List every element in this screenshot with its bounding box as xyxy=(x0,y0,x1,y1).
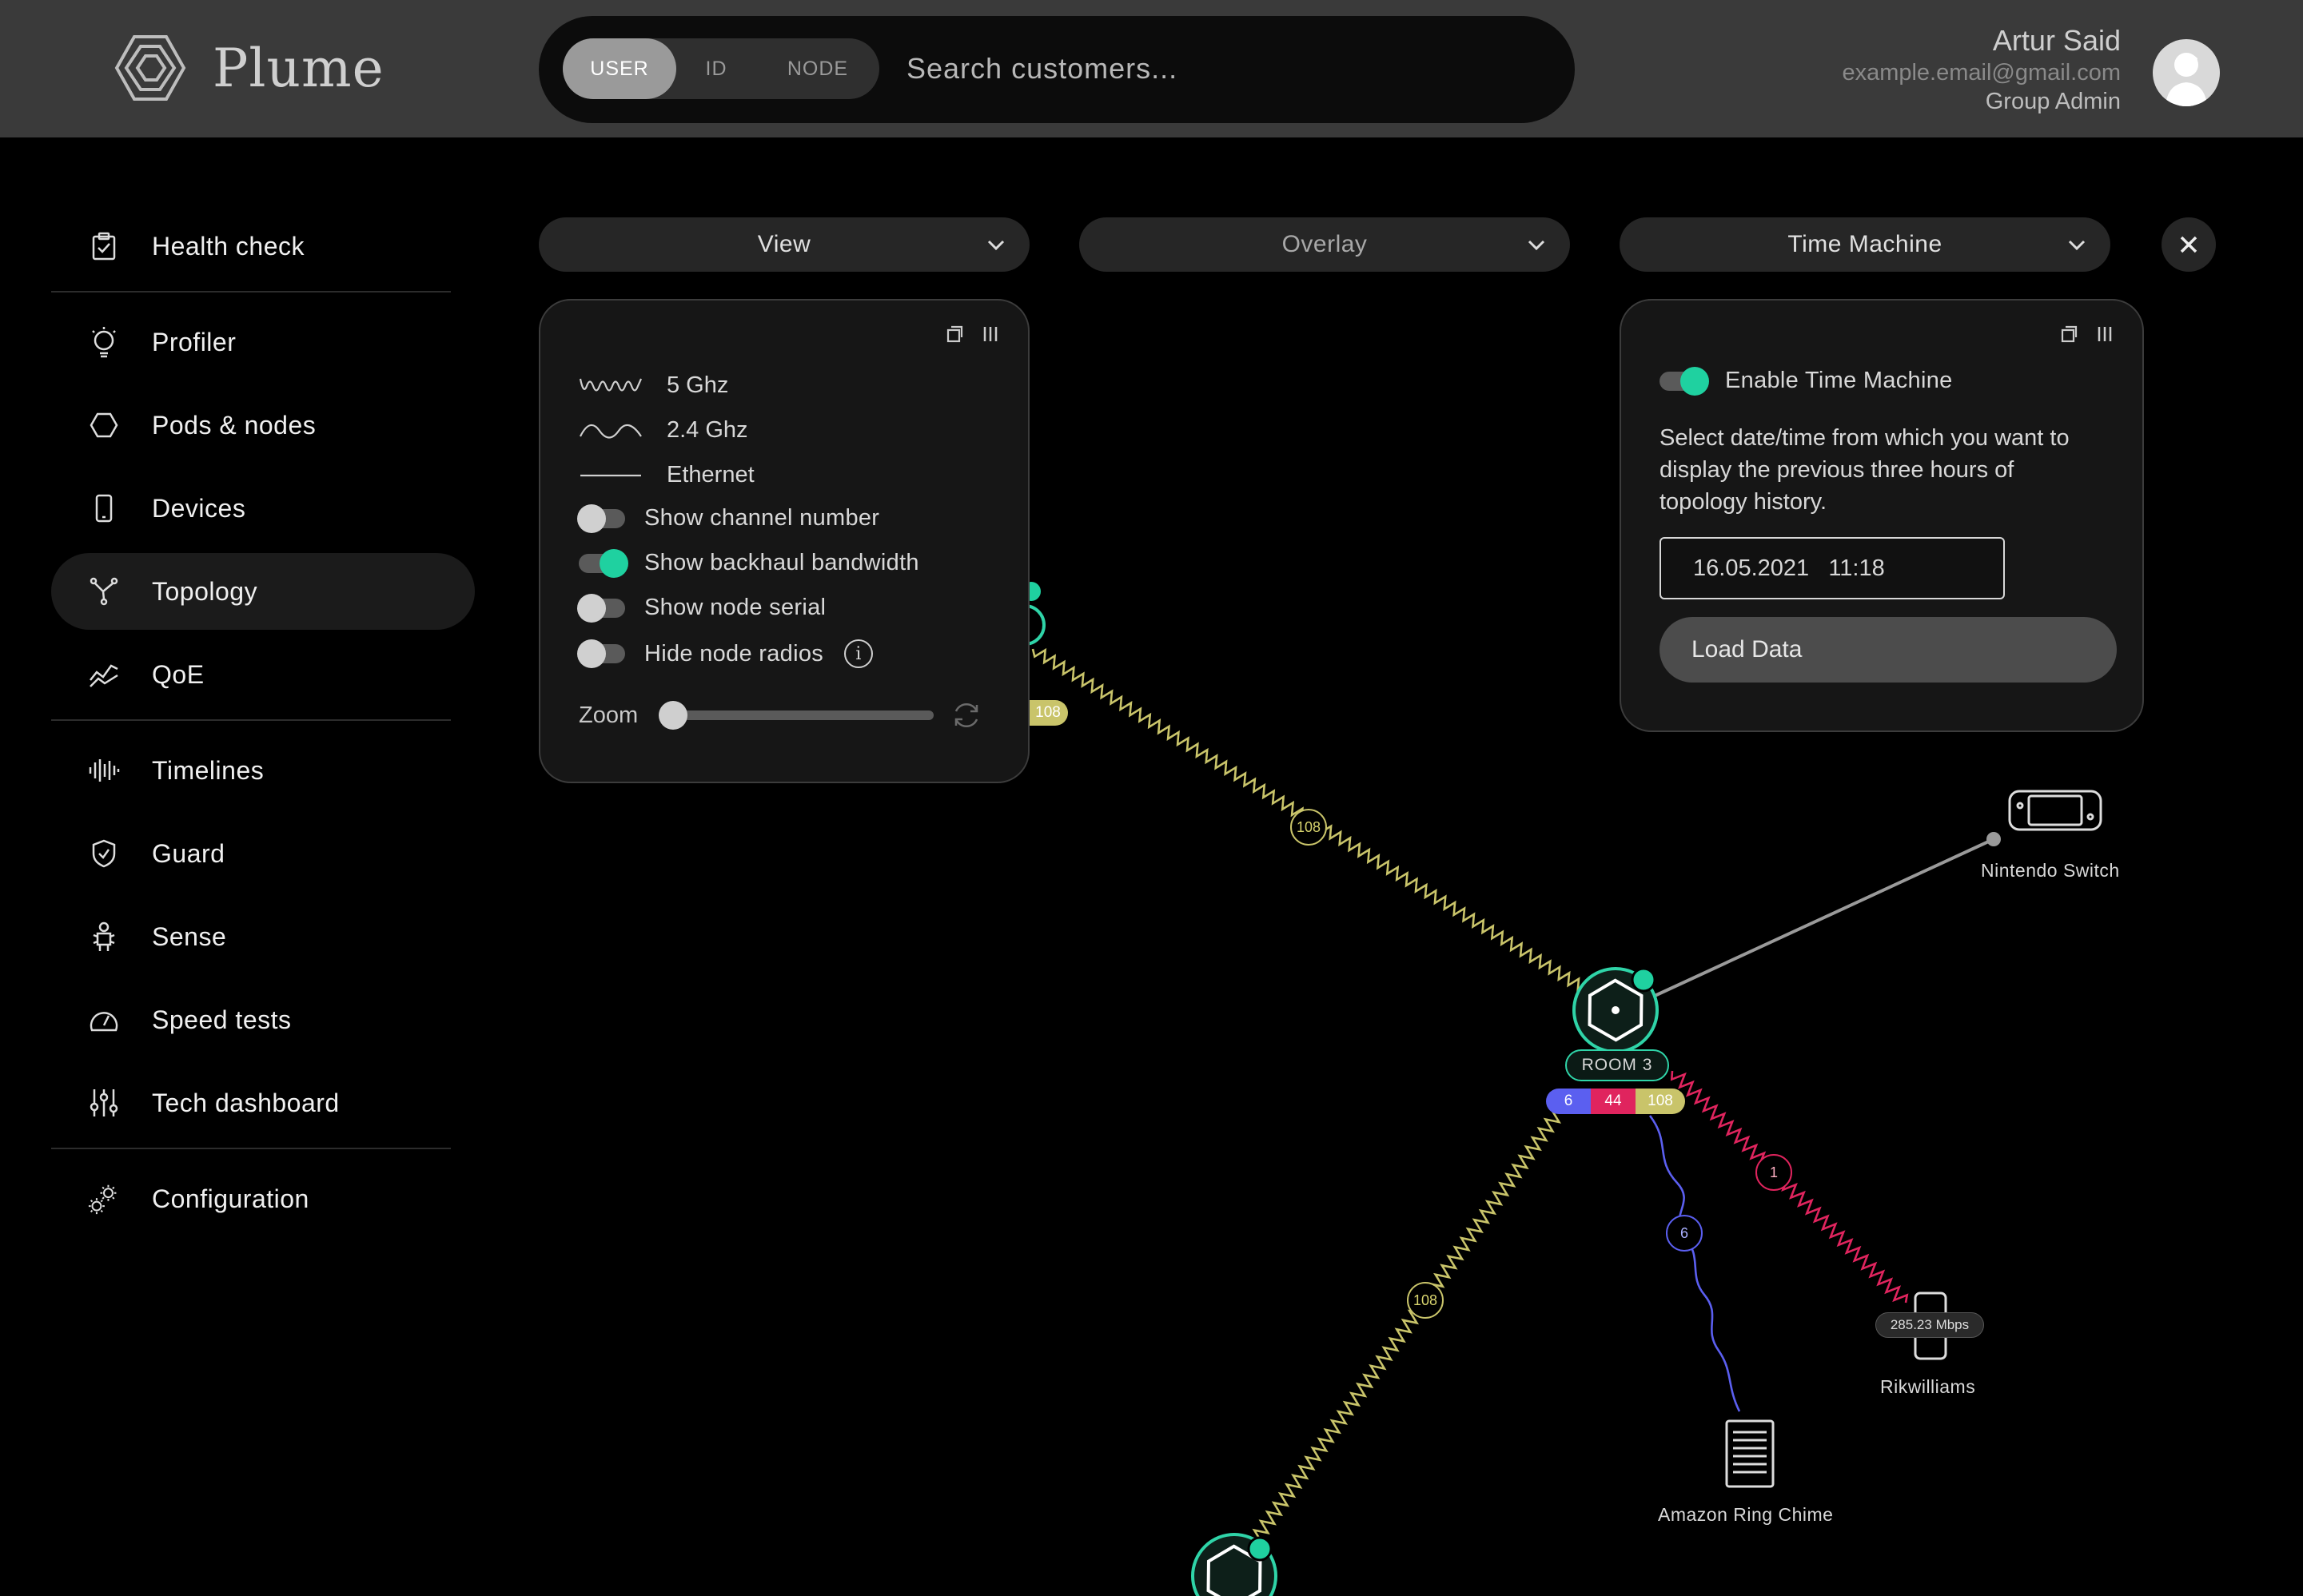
device-label-ring-chime: Amazon Ring Chime xyxy=(1658,1504,1834,1525)
toggle-label: Enable Time Machine xyxy=(1725,368,1953,393)
nintendo-switch-device-icon[interactable] xyxy=(2008,790,2102,831)
time-machine-panel: Enable Time Machine Select date/time fro… xyxy=(1620,299,2144,732)
drag-handle-icon[interactable] xyxy=(982,324,999,344)
room3-internet-icon xyxy=(1631,967,1656,993)
channel-pill-5ghz-low: 44 xyxy=(1591,1089,1636,1114)
overlay-dropdown-label: Overlay xyxy=(1281,231,1368,257)
device-dot-nintendo xyxy=(1986,832,2001,846)
wireless-links xyxy=(1031,647,1909,1544)
panel-tools xyxy=(2059,324,2114,344)
zoom-label: Zoom xyxy=(579,702,639,728)
toggle-row-radios: Hide node radios i xyxy=(577,639,874,668)
legend-24ghz: 2.4 Ghz xyxy=(579,417,748,444)
toggle-label: Show channel number xyxy=(644,505,880,531)
show-serial-toggle[interactable] xyxy=(577,593,625,623)
show-channel-toggle[interactable] xyxy=(577,503,625,533)
view-dropdown-label: View xyxy=(757,231,811,257)
view-panel: 5 Ghz 2.4 Ghz Ethernet Show channel numb… xyxy=(539,299,1030,783)
zoom-slider-handle[interactable] xyxy=(659,701,688,730)
close-button[interactable] xyxy=(2162,217,2216,272)
link-badge: 1 xyxy=(1755,1154,1792,1191)
legend-5ghz: 5 Ghz xyxy=(579,372,728,399)
legend-label: 2.4 Ghz xyxy=(667,417,748,443)
link-ethernet-nintendo[interactable] xyxy=(1654,838,1994,997)
load-data-button[interactable]: Load Data xyxy=(1660,617,2117,683)
room3-node-dot-icon xyxy=(1612,1006,1620,1014)
toggle-label: Hide node radios xyxy=(644,640,824,667)
chevron-down-icon xyxy=(2068,240,2086,251)
panel-tools xyxy=(945,324,999,344)
channel-pill-24ghz: 6 xyxy=(1546,1089,1591,1114)
drag-handle-icon[interactable] xyxy=(2096,324,2114,344)
channel-pill-partial: 108 xyxy=(1028,700,1068,726)
toggle-row-serial: Show node serial xyxy=(577,593,827,623)
chevron-down-icon xyxy=(1528,240,1545,251)
wave-24ghz-icon xyxy=(580,424,642,439)
detach-panel-icon[interactable] xyxy=(2059,324,2078,344)
time-machine-dropdown-label: Time Machine xyxy=(1787,231,1942,257)
toggle-label: Show node serial xyxy=(644,595,827,620)
show-backhaul-toggle[interactable] xyxy=(579,548,628,578)
toggle-row-time-machine: Enable Time Machine xyxy=(1660,366,1953,396)
ring-chime-device-icon[interactable] xyxy=(1725,1419,1775,1488)
channel-pill-5ghz-high: 108 xyxy=(1636,1089,1685,1114)
device-label-nintendo: Nintendo Switch xyxy=(1981,860,2120,881)
speed-badge: 285.23 Mbps xyxy=(1875,1312,1984,1338)
info-icon[interactable]: i xyxy=(844,639,874,668)
wave-5ghz-icon xyxy=(579,378,643,392)
detach-panel-icon[interactable] xyxy=(945,324,964,344)
reset-zoom-icon[interactable] xyxy=(951,700,982,730)
link-badge: 108 xyxy=(1290,809,1327,846)
toggle-row-channel: Show channel number xyxy=(577,503,880,533)
view-dropdown[interactable]: View xyxy=(539,217,1030,272)
legend-ethernet: Ethernet xyxy=(579,462,755,488)
datetime-input[interactable] xyxy=(1660,537,2005,599)
overlay-dropdown[interactable]: Overlay xyxy=(1079,217,1570,272)
enable-time-machine-toggle[interactable] xyxy=(1660,366,1709,396)
zoom-slider[interactable] xyxy=(659,701,934,730)
pod-node-bottom-internet-icon xyxy=(1247,1536,1273,1562)
time-machine-dropdown[interactable]: Time Machine xyxy=(1620,217,2110,272)
hide-radios-toggle[interactable] xyxy=(577,639,625,668)
device-label-rikwilliams: Rikwilliams xyxy=(1880,1376,1976,1397)
link-5ghz-bottom[interactable] xyxy=(1252,1108,1562,1544)
ethernet-line-icon xyxy=(580,474,641,476)
link-badge: 6 xyxy=(1666,1215,1703,1252)
toggle-row-backhaul: Show backhaul bandwidth xyxy=(579,548,919,578)
chevron-down-icon xyxy=(987,240,1005,251)
close-icon xyxy=(2180,236,2197,253)
zoom-control: Zoom xyxy=(579,700,982,730)
legend-label: 5 Ghz xyxy=(667,372,729,398)
toggle-label: Show backhaul bandwidth xyxy=(644,550,919,575)
link-24ghz-ring-chime[interactable] xyxy=(1648,1115,1741,1412)
link-badge: 108 xyxy=(1407,1282,1444,1319)
link-red-rikwilliams[interactable] xyxy=(1670,1070,1909,1303)
legend-label: Ethernet xyxy=(667,462,755,488)
room-label: ROOM 3 xyxy=(1565,1049,1669,1081)
time-machine-description: Select date/time from which you want to … xyxy=(1660,425,2070,515)
